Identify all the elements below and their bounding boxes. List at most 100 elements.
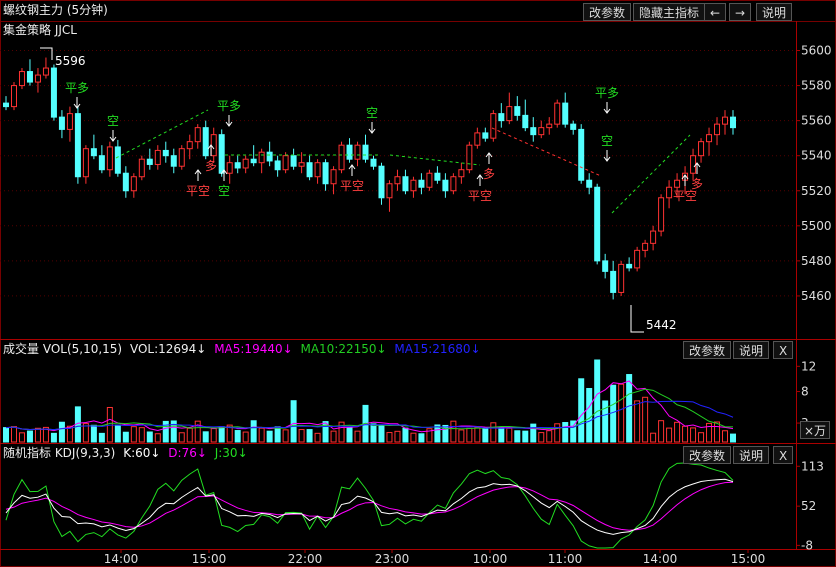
vol-help-button[interactable]: 说明 <box>733 341 770 359</box>
candle-body <box>258 151 265 164</box>
hide-main-indicator-button[interactable]: 隐藏主指标 <box>633 3 706 21</box>
candle-body <box>450 176 457 192</box>
candle-body <box>314 162 321 178</box>
kdj-k-line <box>5 478 734 535</box>
vol-value: VOL:12694↓ <box>129 342 207 356</box>
price-tick-label: 5500 <box>801 219 832 233</box>
candle-body <box>458 169 465 178</box>
low-price-label: 5442 <box>646 318 677 332</box>
right-arrow-button[interactable]: → <box>729 3 751 21</box>
low-marker <box>630 305 644 333</box>
candle-body <box>522 114 529 129</box>
volume-bar <box>730 433 736 443</box>
volume-bar <box>266 430 273 443</box>
candle-body <box>578 128 585 181</box>
vol-close-button[interactable]: X <box>773 341 794 359</box>
volume-bar <box>538 432 545 443</box>
candle-body <box>546 123 553 129</box>
candle-body <box>130 176 137 192</box>
kdj-params-button[interactable]: 改参数 <box>683 446 732 464</box>
volume-bar <box>546 430 553 443</box>
candle-body <box>250 158 257 164</box>
volume-bar <box>682 425 689 443</box>
volume-bar <box>554 423 561 443</box>
price-tick-label: 5520 <box>801 184 832 198</box>
candle-body <box>586 179 593 188</box>
volume-bar <box>18 432 25 443</box>
volume-bar <box>666 427 673 443</box>
candle-body <box>122 172 129 192</box>
volume-bar <box>122 431 129 443</box>
candle-body <box>490 113 497 139</box>
candle-body <box>418 179 425 188</box>
volume-bar <box>154 433 161 443</box>
volume-bar <box>346 427 353 443</box>
price-tick-label: 5480 <box>801 254 832 268</box>
volume-bar <box>194 420 201 443</box>
candle-body <box>402 176 409 192</box>
volume-bar <box>562 422 569 443</box>
signal-label: 空 <box>107 114 119 128</box>
volume-bar <box>146 431 153 443</box>
time-tick-label: 22:00 <box>288 552 323 566</box>
left-arrow-button[interactable]: ← <box>704 3 726 21</box>
time-tick-label: 14:00 <box>643 552 678 566</box>
volume-bar <box>530 423 537 443</box>
candle-body <box>594 186 601 262</box>
time-tick-label: 15:00 <box>731 552 766 566</box>
chart-area: 5600 5580 5560 5540 5520 5500 5480 5460 14:00 15:… <box>0 0 836 567</box>
volume-bar <box>490 422 497 443</box>
signal-label: 多 <box>483 167 495 181</box>
vol-title: 成交量 VOL(5,10,15) VOL:12694↓ MA5:19440↓ M… <box>3 342 481 356</box>
vol-params-button[interactable]: 改参数 <box>683 341 732 359</box>
kdj-title: 随机指标 KDJ(9,3,3) K:60↓ D:76↓ J:30↓ <box>3 446 248 460</box>
volume-bar <box>354 430 361 443</box>
volume-bar <box>658 420 665 443</box>
volume-bar <box>450 420 457 443</box>
volume-bar <box>370 423 377 443</box>
volume-bar <box>690 427 697 443</box>
volume-bar <box>650 432 657 443</box>
candle-body <box>426 172 433 188</box>
time-tick-label: 10:00 <box>473 552 508 566</box>
candle-body <box>562 102 569 125</box>
candle-body <box>658 197 665 232</box>
volume-bar <box>578 378 585 443</box>
candle-body <box>730 116 736 129</box>
candle-body <box>154 149 161 165</box>
candle-body <box>378 165 385 199</box>
volume-bar <box>674 421 681 443</box>
kdj-d-line <box>5 481 734 531</box>
volume-bar <box>506 427 513 443</box>
candle-body <box>330 169 337 185</box>
volume-bar <box>114 424 121 443</box>
kdj-close-button[interactable]: X <box>773 446 794 464</box>
vol-ma15: MA15:21680↓ <box>394 342 481 356</box>
kdj-tick-label: 113 <box>801 459 824 473</box>
help-button[interactable]: 说明 <box>756 3 793 21</box>
volume-bar <box>722 430 729 443</box>
candle-body <box>10 85 17 108</box>
kdj-help-button[interactable]: 说明 <box>733 446 770 464</box>
strategy-trend-line <box>115 109 209 159</box>
volume-bar <box>386 432 393 443</box>
volume-bar <box>378 424 385 443</box>
candle-body <box>634 249 641 269</box>
candle-body <box>290 155 297 167</box>
candle-body <box>346 144 353 160</box>
candle-body <box>538 127 545 136</box>
kdj-j-value: J:30↓ <box>214 446 248 460</box>
candle-body <box>106 146 113 171</box>
volume-bar <box>522 430 529 443</box>
volume-bar <box>306 429 313 443</box>
volume-bar <box>634 400 641 443</box>
candle-body <box>354 144 361 160</box>
change-params-button[interactable]: 改参数 <box>583 3 632 21</box>
volume-bar <box>98 432 105 443</box>
candle-body <box>610 270 617 293</box>
signal-label: 平空 <box>673 189 697 203</box>
candle-body <box>202 127 209 157</box>
time-tick-label: 14:00 <box>104 552 139 566</box>
candle-body <box>66 113 73 130</box>
candle-body <box>338 144 345 171</box>
